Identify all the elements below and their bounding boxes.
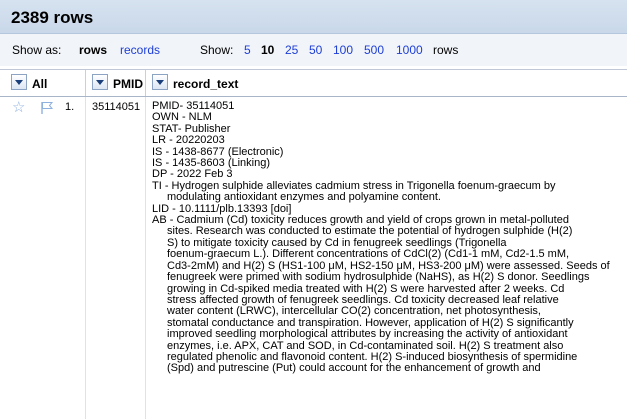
column-header-row: All PMID record_text bbox=[0, 69, 627, 97]
count-50-link[interactable]: 50 bbox=[309, 43, 322, 57]
record-line: modulating antioxidant enzymes and polya… bbox=[167, 191, 441, 204]
results-header: 2389 rows bbox=[0, 0, 627, 34]
column-record-text-label: record_text bbox=[173, 77, 239, 91]
all-dropdown-icon[interactable] bbox=[11, 74, 27, 90]
record-line: foenum-graecum L.). Different concentrat… bbox=[167, 248, 570, 261]
record-line: water content (LRWC), intercellular CO(2… bbox=[167, 305, 541, 318]
record-text-content: PMID- 35114051 OWN - NLM STAT- Publisher… bbox=[152, 100, 622, 375]
count-500-link[interactable]: 500 bbox=[364, 43, 384, 57]
column-all-label: All bbox=[32, 77, 48, 91]
record-line: PMID- 35114051 bbox=[152, 100, 235, 112]
mode-records-link[interactable]: records bbox=[120, 43, 160, 57]
record-text-dropdown-icon[interactable] bbox=[152, 74, 168, 90]
column-pmid-label: PMID bbox=[113, 77, 143, 91]
count-1000-link[interactable]: 1000 bbox=[396, 43, 423, 57]
rows-suffix-label: rows bbox=[433, 43, 459, 57]
view-options-bar: Show as: rows records Show: 5 10 25 50 1… bbox=[0, 34, 627, 66]
star-icon[interactable]: ☆ bbox=[12, 100, 25, 115]
count-100-link[interactable]: 100 bbox=[333, 43, 353, 57]
count-10[interactable]: 10 bbox=[261, 43, 274, 57]
record-line: LR - 20220203 bbox=[152, 134, 225, 147]
row-controls-cell bbox=[0, 97, 86, 419]
flag-icon[interactable] bbox=[40, 101, 54, 118]
count-5-link[interactable]: 5 bbox=[244, 43, 251, 57]
row-pmid-cell bbox=[86, 97, 146, 419]
pmid-value: 35114051 bbox=[92, 101, 141, 113]
column-pmid: PMID bbox=[86, 70, 146, 96]
table-row: ☆ 1. 35114051 PMID- 35114051 OWN - NLM S… bbox=[0, 97, 627, 419]
row-count-title: 2389 rows bbox=[11, 8, 94, 27]
pmid-dropdown-icon[interactable] bbox=[92, 74, 108, 90]
row-number: 1. bbox=[65, 101, 75, 113]
record-line: (Spd) and putrescine (Put) could account… bbox=[167, 362, 541, 375]
record-line: improved seedling morphological attribut… bbox=[167, 328, 568, 341]
column-all: All bbox=[0, 70, 86, 96]
record-line: fenugreek were primed with sodium hydros… bbox=[167, 271, 590, 284]
show-label: Show: bbox=[200, 43, 234, 57]
column-record-text: record_text bbox=[146, 70, 627, 96]
mode-rows[interactable]: rows bbox=[79, 43, 107, 57]
count-25-link[interactable]: 25 bbox=[285, 43, 298, 57]
show-as-label: Show as: bbox=[12, 43, 62, 57]
